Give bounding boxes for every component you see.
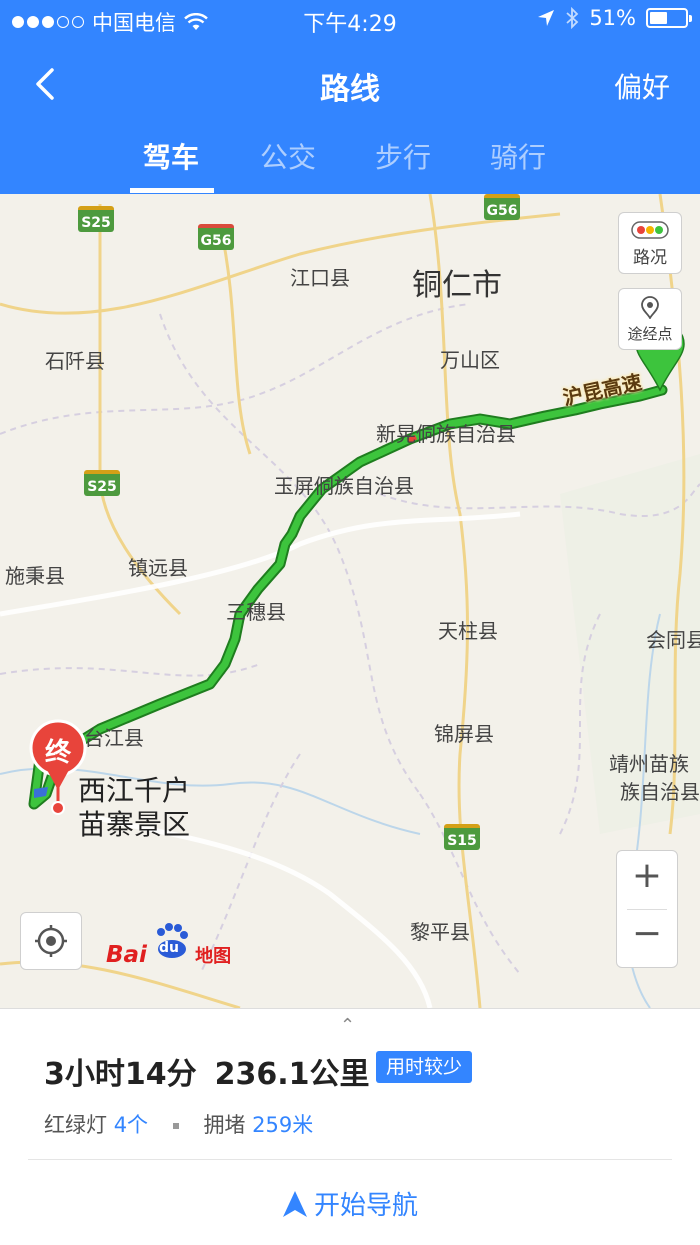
- label-liping: 黎平县: [410, 920, 470, 944]
- traffic-light-icon: [631, 221, 669, 239]
- label-huitong: 会同县: [646, 628, 700, 652]
- label-tongren: 铜仁市: [412, 268, 502, 303]
- label-shibing: 施秉县: [5, 564, 65, 588]
- label-zhenyuan: 镇远县: [128, 556, 188, 580]
- nav-bar: 路线 偏好: [0, 44, 700, 124]
- label-xinhuang: 新晃侗族自治县: [376, 422, 516, 446]
- congestion-label: 拥堵: [203, 1113, 246, 1137]
- route-summary-panel[interactable]: ⌃ 3小时14分 236.1公里 用时较少 红绿灯 4个 拥堵 259米 开始导航: [0, 1008, 700, 1245]
- label-shiqian: 石阡县: [45, 349, 105, 373]
- start-navigation-button[interactable]: 开始导航: [0, 1185, 700, 1222]
- tab-walk[interactable]: 步行: [348, 136, 458, 176]
- zoom-out-button[interactable]: −: [617, 913, 677, 954]
- start-navigation-label: 开始导航: [313, 1191, 418, 1221]
- waypoint-button[interactable]: 途经点: [618, 288, 682, 350]
- divider: [28, 1159, 672, 1160]
- shield-s15: S15: [444, 824, 480, 850]
- label-sansui: 三穗县: [226, 600, 286, 624]
- status-right: 51%: [537, 6, 692, 30]
- destination-marker-label: 终: [44, 738, 71, 768]
- zoom-in-button[interactable]: +: [617, 855, 677, 896]
- destination-name-line1: 西江千户: [78, 774, 191, 807]
- route-summary: 3小时14分 236.1公里: [44, 1049, 388, 1093]
- map-base: [0, 194, 700, 1008]
- pin-icon: [641, 296, 659, 321]
- label-jingzhou-2: 族自治县: [620, 780, 700, 804]
- status-bar: 中国电信 下午4:29 51%: [0, 0, 700, 40]
- preferences-button[interactable]: 偏好: [614, 66, 670, 106]
- congestion-value: 259米: [252, 1113, 314, 1137]
- shield-g56: G56: [198, 224, 234, 250]
- page-title: 路线: [320, 72, 380, 107]
- location-arrow-icon: [538, 10, 555, 26]
- route-distance: 236.1公里: [214, 1057, 370, 1092]
- traffic-toggle-button[interactable]: 路况: [618, 212, 682, 274]
- label-taijiang: 台江县: [84, 726, 144, 750]
- label-wanshan: 万山区: [440, 348, 500, 372]
- traffic-toggle-label: 路况: [633, 248, 667, 268]
- route-duration: 3小时14分: [44, 1057, 197, 1092]
- tab-bike[interactable]: 骑行: [463, 136, 573, 176]
- bluetooth-icon: [566, 7, 579, 29]
- logo-text-bai: Bai: [106, 942, 147, 968]
- label-jiangkou: 江口县: [290, 266, 350, 290]
- label-jinping: 锦屏县: [434, 722, 494, 746]
- paw-icon: du: [152, 923, 190, 964]
- destination-name-line2: 苗寨景区: [78, 808, 191, 841]
- destination-name: 西江千户 苗寨景区: [78, 774, 190, 842]
- crosshair-icon: [35, 925, 67, 957]
- mode-tabs: 驾车 公交 步行 骑行: [0, 128, 700, 194]
- tab-drive[interactable]: 驾车: [116, 136, 226, 176]
- logo-text-ditu: 地图: [195, 946, 232, 967]
- battery-icon: [646, 8, 692, 28]
- route-details: 红绿灯 4个 拥堵 259米: [44, 1109, 313, 1139]
- label-yuping: 玉屏侗族自治县: [274, 474, 414, 498]
- navigation-arrow-icon: [282, 1191, 307, 1217]
- logo-text-du: du: [159, 940, 180, 956]
- label-tianzhu: 天柱县: [438, 619, 498, 643]
- zoom-control: + −: [616, 850, 678, 968]
- active-tab-indicator: [130, 188, 214, 193]
- traffic-lights-label: 红绿灯: [44, 1113, 107, 1137]
- shield-s25: S25: [78, 206, 114, 232]
- label-jingzhou-1: 靖州苗族: [609, 752, 689, 776]
- shield-g56-top: G56: [484, 194, 520, 220]
- waypoint-label: 途经点: [627, 325, 673, 343]
- locate-button[interactable]: [20, 912, 82, 970]
- shield-s25-mid: S25: [84, 470, 120, 496]
- header: 中国电信 下午4:29 51% 路线 偏好 驾车 公交 步行 骑行: [0, 0, 700, 194]
- tab-transit[interactable]: 公交: [233, 136, 343, 176]
- route-tag-badge: 用时较少: [376, 1051, 473, 1083]
- traffic-lights-value: 4个: [113, 1113, 149, 1137]
- map-view[interactable]: 铜仁市 江口县 石阡县 万山区 新晃侗族自治县 玉屏侗族自治县 施秉县 镇远县 …: [0, 194, 700, 1008]
- baidu-map-logo: Bai du 地图: [106, 923, 232, 974]
- separator-dot: [172, 1123, 179, 1129]
- battery-percent: 51%: [589, 6, 636, 30]
- chevron-up-icon[interactable]: ⌃: [340, 1015, 355, 1036]
